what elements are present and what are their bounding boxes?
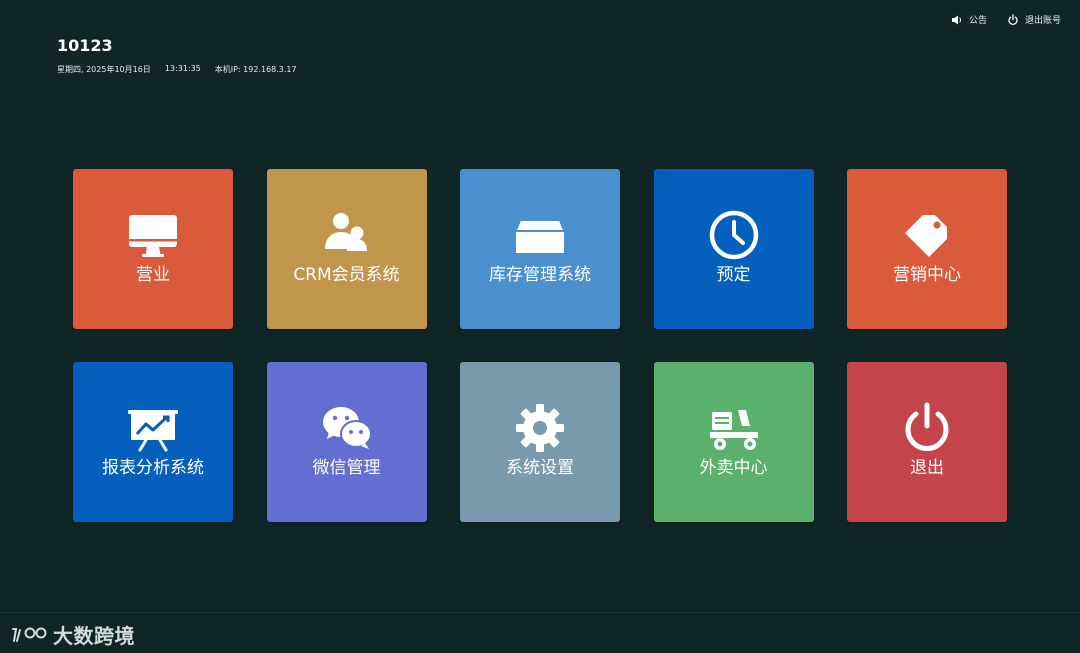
- power-icon: [901, 402, 953, 454]
- tile-label: 预定: [716, 265, 751, 285]
- tile-exit[interactable]: 退出: [847, 362, 1007, 522]
- gear-icon: [514, 402, 566, 454]
- clock-icon: [708, 209, 760, 261]
- wechat-icon: [321, 402, 373, 454]
- tile-wechat[interactable]: 微信管理: [266, 362, 427, 522]
- tile-label: 外卖中心: [699, 458, 768, 478]
- tile-settings[interactable]: 系统设置: [460, 362, 620, 522]
- tile-label: 退出: [910, 458, 944, 478]
- tile-inventory[interactable]: 库存管理系统: [460, 169, 620, 329]
- logout-account-button[interactable]: 退出账号: [1007, 13, 1061, 26]
- announcement-label: 公告: [968, 16, 987, 26]
- tile-label: 营销中心: [893, 265, 961, 285]
- logout-account-label: 退出账号: [1024, 16, 1061, 26]
- tile-label: 报表分析系统: [102, 458, 204, 478]
- time-text: 13:31:35: [164, 64, 201, 73]
- tile-label: 库存管理系统: [489, 265, 591, 285]
- speaker-icon: [951, 14, 963, 26]
- power-small-icon: [1007, 13, 1019, 26]
- tag-icon: [901, 209, 953, 261]
- tile-delivery[interactable]: 外卖中心: [653, 362, 814, 522]
- inventory-box-icon: [514, 209, 566, 261]
- tile-label: 营业: [136, 265, 170, 285]
- tile-business[interactable]: 营业: [73, 169, 233, 329]
- ip-text: 本机IP: 192.168.3.17: [214, 65, 297, 74]
- date-text: 星期四, 2025年10月16日: [57, 65, 151, 74]
- brand-text: 大数跨境: [53, 624, 135, 648]
- delivery-scooter-icon: [708, 402, 760, 454]
- tile-label: CRM会员系统: [293, 265, 400, 285]
- tile-label: 系统设置: [506, 458, 574, 478]
- footer-divider: [0, 612, 1080, 613]
- users-icon: [321, 209, 373, 261]
- station-info: 10123 星期四, 2025年10月16日 13:31:35 本机IP: 19…: [57, 36, 297, 75]
- module-grid: 营业 CRM会员系统 库存管理系统 预定 营销中心 报表分析系统 微信管理 系统…: [73, 169, 1007, 522]
- chart-board-icon: [127, 402, 179, 454]
- announcement-button[interactable]: 公告: [951, 13, 987, 26]
- brand-logo-icon: [12, 627, 47, 642]
- tile-reports[interactable]: 报表分析系统: [73, 362, 233, 522]
- tile-label: 微信管理: [312, 458, 381, 478]
- station-meta: 星期四, 2025年10月16日 13:31:35 本机IP: 192.168.…: [57, 64, 297, 75]
- topbar-actions: 公告 退出账号: [951, 13, 1061, 26]
- monitor-icon: [127, 209, 179, 261]
- tile-crm[interactable]: CRM会员系统: [266, 169, 427, 329]
- station-id: 10123: [57, 36, 113, 55]
- tile-reservation[interactable]: 预定: [653, 169, 814, 329]
- brand-watermark: 大数跨境: [10, 620, 135, 649]
- tile-marketing[interactable]: 营销中心: [847, 169, 1007, 329]
